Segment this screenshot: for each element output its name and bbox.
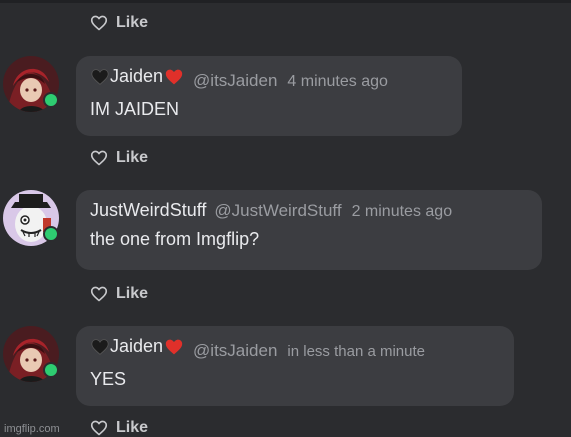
like-button[interactable]: Like <box>90 285 148 303</box>
author-handle[interactable]: @itsJaiden <box>193 71 277 91</box>
heart-outline-icon <box>90 286 108 302</box>
comment-timestamp: 4 minutes ago <box>287 72 388 90</box>
top-divider <box>0 0 571 3</box>
watermark: imgflip.com <box>4 423 60 435</box>
comment-text: the one from Imgflip? <box>90 229 260 249</box>
comment-author[interactable]: JustWeirdStuff <box>90 200 206 221</box>
like-button[interactable]: Like <box>90 419 148 437</box>
black-heart-icon <box>91 338 109 355</box>
like-label: Like <box>116 285 149 302</box>
heart-outline-icon <box>90 150 108 166</box>
comment-author[interactable]: Jaiden <box>90 336 185 357</box>
like-label: Like <box>116 14 149 31</box>
avatar[interactable] <box>3 56 59 112</box>
avatar[interactable] <box>3 190 59 246</box>
comment-author[interactable]: Jaiden <box>90 66 185 87</box>
heart-outline-icon <box>90 420 108 436</box>
heart-outline-icon <box>90 15 108 31</box>
like-button[interactable]: Like <box>90 149 148 167</box>
online-status-dot <box>43 92 59 108</box>
avatar[interactable] <box>3 326 59 382</box>
online-status-dot <box>43 226 59 242</box>
author-handle[interactable]: @itsJaiden <box>193 341 277 361</box>
red-heart-icon <box>165 339 183 354</box>
comment-bubble: Jaiden @itsJaiden 4 minutes ago IM JAIDE… <box>76 56 462 136</box>
author-name: JustWeirdStuff <box>90 200 207 220</box>
like-label: Like <box>116 419 149 436</box>
author-name: Jaiden <box>110 66 164 86</box>
comment-bubble: Jaiden @itsJaiden in less than a minute … <box>76 326 514 406</box>
comment-timestamp: 2 minutes ago <box>351 203 453 220</box>
black-heart-icon <box>91 68 109 85</box>
comment-text: IM JAIDEN <box>90 98 180 119</box>
like-label: Like <box>116 149 149 166</box>
author-handle[interactable]: @JustWeirdStuff <box>214 201 341 221</box>
comment-bubble: JustWeirdStuff @JustWeirdStuff 2 minutes… <box>76 190 542 270</box>
online-status-dot <box>43 362 59 378</box>
author-name: Jaiden <box>110 336 164 356</box>
red-heart-icon <box>165 69 183 84</box>
comment-text: YES <box>90 368 127 389</box>
like-button[interactable]: Like <box>90 14 148 32</box>
comment-timestamp: in less than a minute <box>287 342 425 360</box>
